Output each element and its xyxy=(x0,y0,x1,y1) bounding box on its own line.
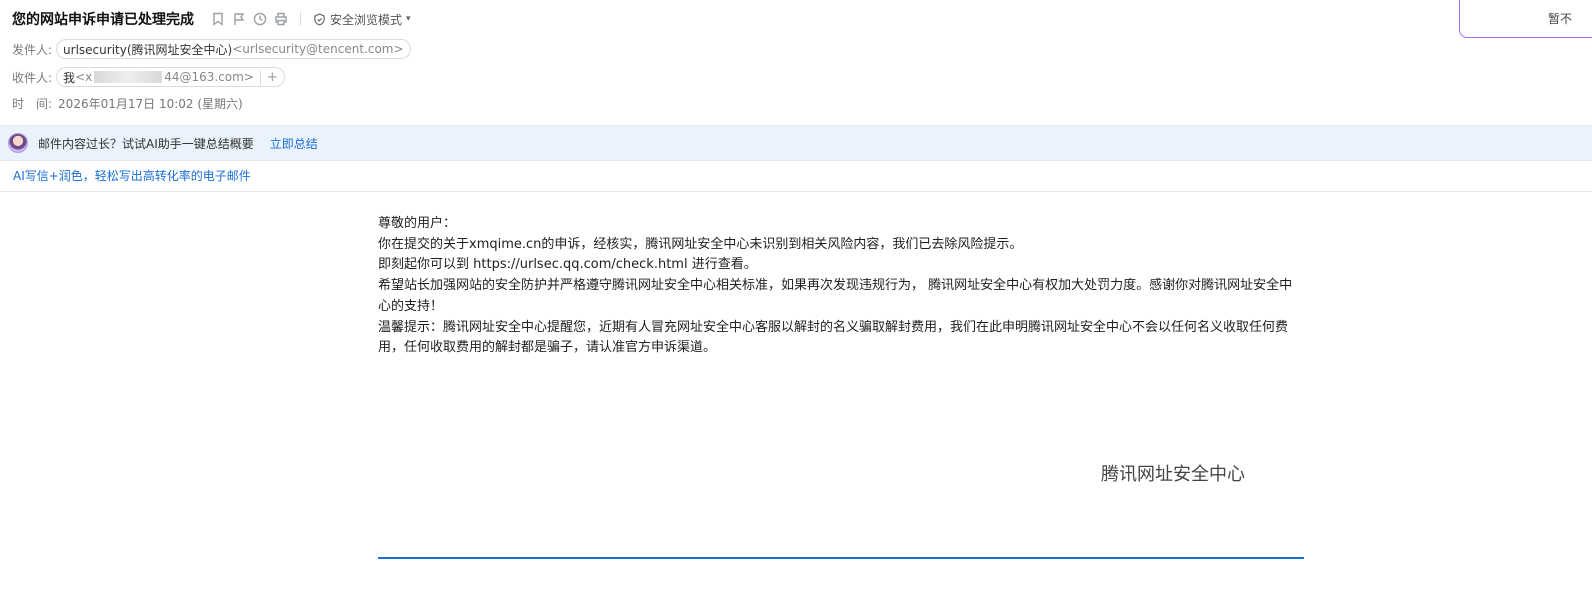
bookmark-icon[interactable] xyxy=(210,12,225,27)
flag-icon[interactable] xyxy=(231,12,246,27)
sender-chip[interactable]: urlsecurity(腾讯网址安全中心) <urlsecurity@tencen… xyxy=(56,39,411,59)
body-line: 你在提交的关于xmqime.cn的申诉，经核实，腾讯网址安全中心未识别到相关风险… xyxy=(378,236,1023,252)
mail-subject: 您的网站申诉申请已处理完成 xyxy=(12,12,194,28)
time-row: 时 间: 2026年01月17日 10:02 (星期六) xyxy=(12,95,243,112)
mail-signature: 腾讯网址安全中心 xyxy=(1101,464,1245,485)
toolbar-divider xyxy=(300,12,301,26)
recipient-address-prefix: <x xyxy=(75,70,93,84)
title-row: 您的网站申诉申请已处理完成 安全浏览模式 ▾ xyxy=(12,8,411,30)
ai-summary-bar: 邮件内容过长？试试AI助手一键总结概要 立即总结 xyxy=(0,125,1592,161)
to-label: 收件人: xyxy=(12,70,53,85)
recipient-address-suffix: 44@163.com> xyxy=(164,70,254,84)
ai-writing-promo-link[interactable]: AI写信+润色，轻松写出高转化率的电子邮件 xyxy=(13,167,251,184)
time-label: 时 间: xyxy=(12,97,53,111)
recipient-chip[interactable]: 我 <x 44@163.com> + xyxy=(56,67,285,87)
safe-mode-label: 安全浏览模式 xyxy=(330,12,403,27)
warning-line: 温馨提示：腾讯网址安全中心提醒您，近期有人冒充网址安全中心客服以解封的名义骗取解… xyxy=(378,319,1289,356)
clock-icon[interactable] xyxy=(252,12,267,27)
mail-header: 您的网站申诉申请已处理完成 安全浏览模式 ▾ 发件人: urlsecurity(… xyxy=(0,0,1592,125)
ai-summary-text: 邮件内容过长？试试AI助手一键总结概要 xyxy=(38,136,254,151)
chevron-down-icon: ▾ xyxy=(406,14,411,24)
recipient-name: 我 xyxy=(63,70,76,85)
from-label: 发件人: xyxy=(12,42,53,57)
print-icon[interactable] xyxy=(273,12,288,27)
greeting-line: 尊敬的用户： xyxy=(378,216,457,231)
body-line: 希望站长加强网站的安全防护并严格遵守腾讯网址安全中心相关标准，如果再次发现违规行… xyxy=(378,278,1293,314)
sender-address: <urlsecurity@tencent.com> xyxy=(232,42,404,56)
corner-popup-text: 暂不 xyxy=(1548,12,1573,26)
corner-popup[interactable]: 暂不 xyxy=(1459,0,1592,38)
time-value: 2026年01月17日 10:02 (星期六) xyxy=(58,97,243,111)
body-line: 即刻起你可以到 https://urlsec.qq.com/check.html… xyxy=(378,257,757,273)
redacted-address xyxy=(94,71,163,83)
footer-divider xyxy=(378,557,1304,559)
add-recipient-button[interactable]: + xyxy=(259,69,278,85)
sender-row: 发件人: urlsecurity(腾讯网址安全中心) <urlsecurity@t… xyxy=(12,39,411,59)
shield-icon xyxy=(314,12,325,26)
recipient-row: 收件人: 我 <x 44@163.com> + xyxy=(12,67,285,87)
safe-mode-toggle[interactable]: 安全浏览模式 ▾ xyxy=(313,11,411,28)
ai-assistant-avatar xyxy=(8,133,28,153)
mail-body: 尊敬的用户： 你在提交的关于xmqime.cn的申诉，经核实，腾讯网址安全中心未… xyxy=(378,214,1304,359)
mail-toolbar: 安全浏览模式 ▾ xyxy=(210,11,411,28)
summarize-now-link[interactable]: 立即总结 xyxy=(270,135,318,152)
ai-writing-promo-bar: AI写信+润色，轻松写出高转化率的电子邮件 xyxy=(0,160,1592,192)
sender-name: urlsecurity(腾讯网址安全中心) xyxy=(63,42,233,57)
